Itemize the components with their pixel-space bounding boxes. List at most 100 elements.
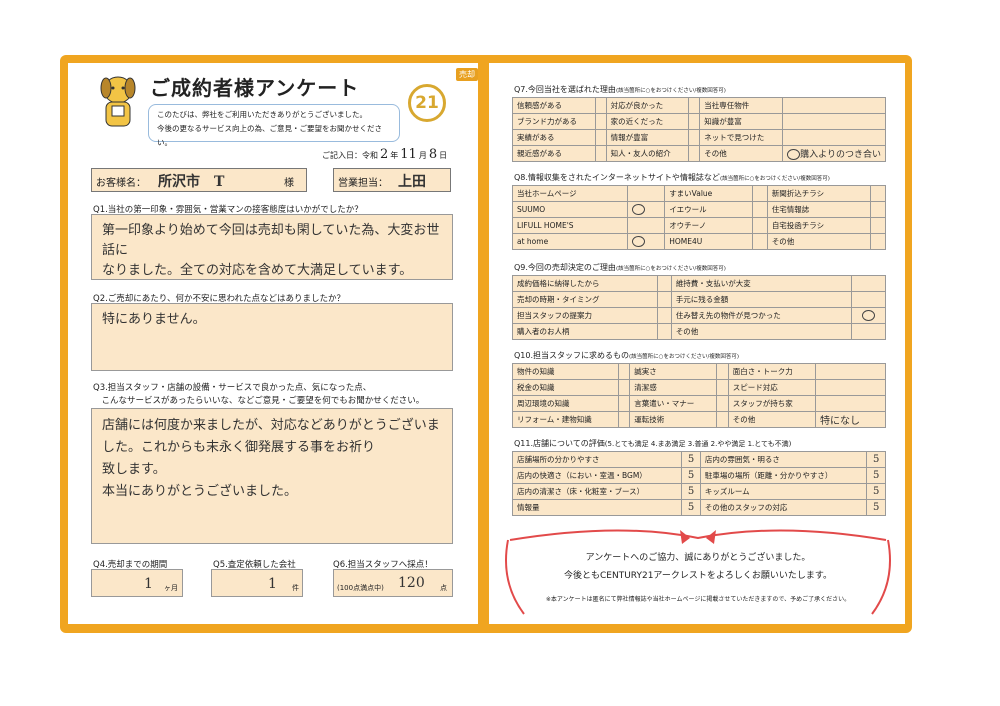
q6-sub: (100点満点中) [337,584,384,592]
customer-sama: 様 [284,178,294,189]
q11-cell: その他のスタッフの対応 [699,499,868,516]
q11-score: 5 [866,451,886,468]
date-label: ご記入日：令和 [322,151,378,160]
q9-cell: 担当スタッフの提案力 [512,307,658,324]
q10-cell: 言葉遣い・マナー [629,395,718,412]
q10-cell: 税金の知識 [512,379,619,396]
table-row: リフォーム・建物知識 運転技術 その他 特になし [512,411,886,428]
q8-cell: LIFULL HOME'S [511,217,629,234]
q10-question: Q10.担当スタッフに求めるもの(該当箇所に○をおつけください/複数回答可) [514,350,739,361]
q8-cell: 住宅情報誌 [766,201,871,218]
q10-question-text: Q10.担当スタッフに求めるもの [514,351,630,360]
q5-unit: 件 [292,584,299,592]
table-row: 親近感がある 知人・友人の紹介 その他 購入よりのつき合い [512,145,886,162]
q10-cell: スタッフが持ち家 [727,395,817,412]
q3-answer-line-3: 致します。 [102,462,166,477]
table-row: at home HOME4U その他 [511,233,887,250]
table-row: 物件の知識 誠実さ 面白さ・トーク力 [512,363,886,380]
table-row: ブランド力がある 家の近くだった 知識が豊富 [512,113,886,130]
q1-answer-box: 第一印象より始めて今回は売却も閑していた為、大変お世話に なりました。全ての対応… [91,214,453,280]
page-title: ご成約者様アンケート [150,76,360,100]
q7-cell: 実績がある [512,129,596,146]
q1-answer-line-2: なりました。全ての対応を含めて大満足しています。 [102,263,413,278]
date-year-unit: 年 [390,151,399,160]
table-row: SUUMO イエウール 住宅情報誌 [511,201,887,218]
table-row: 店内の清潔さ（床・化粧室・ブース） 5 キッズルーム 5 [511,483,886,500]
q9-cell: 維持費・支払いが大変 [670,275,853,292]
q7-note: (該当箇所に○をおつけください/複数回答可) [615,88,726,94]
q7-question-text: Q7.今回当社を選ばれた理由 [514,85,616,94]
century21-logo: 21 [408,84,446,122]
q7-table: 信頼感がある 対応が良かった 当社専任物件 ブランド力がある 家の近くだった 知識が豊富… [512,97,886,162]
q11-score: 5 [866,467,886,484]
table-row: LIFULL HOME'S オウチーノ 自宅投函チラシ [511,217,887,234]
q11-score: 5 [681,483,701,500]
q4-value: 1 [144,576,153,592]
q8-cell: 新聞折込チラシ [766,185,871,202]
q9-cell: 売却の時期・タイミング [512,291,658,308]
q10-cell: 運転技術 [629,411,718,428]
q9-cell: その他 [670,323,853,340]
check-circle-icon [787,149,801,161]
q11-cell: 情報量 [511,499,683,516]
thanks-line-1: アンケートへのご協力、誠にありがとうございました。 [585,553,811,563]
q8-cell: オウチーノ [664,217,753,234]
date-year: 2 [380,147,389,162]
q11-table: 店舗場所の分かりやすさ 5 店内の雰囲気・明るさ 5 店内の快適さ（におい・室温・BG… [511,451,886,516]
q11-score: 5 [866,499,886,516]
thanks-line-2: 今後ともCENTURY21アークレストをよろしくお願いいたします。 [564,571,832,581]
anonymity-note: ※本アンケートは匿名にて弊社情報誌や当社ホームページに掲載させていただきますので… [545,596,851,603]
date-day-unit: 日 [439,151,448,160]
q11-question-text: Q11.店舗についての評価 [514,439,605,448]
q10-cell: その他 [727,411,817,428]
q5-value: 1 [268,576,277,592]
table-row: 店舗場所の分かりやすさ 5 店内の雰囲気・明るさ 5 [511,451,886,468]
q11-cell: 店内の清潔さ（床・化粧室・ブース） [511,483,683,500]
q7-cell: 知人・友人の紹介 [605,145,690,162]
q8-cell: 当社ホームページ [511,185,629,202]
table-row: 売却の時期・タイミング 手元に残る金額 [512,291,886,308]
q2-answer: 特にありません。 [102,312,206,327]
check-circle-icon [632,236,646,247]
q10-other-answer: 特になし [815,411,886,428]
q9-question: Q9.今回の売却決定のご理由(該当箇所に○をおつけください/複数回答可) [514,262,726,273]
q5-answer-box: 1 件 [211,569,303,597]
check-circle-icon [862,310,875,321]
q1-answer-line-1: 第一印象より始めて今回は売却も閑していた為、大変お世話に [102,223,440,258]
table-row: 店内の快適さ（におい・室温・BGM） 5 駐車場の場所（距離・分かりやすさ） 5 [511,467,886,484]
q7-cell: 信頼感がある [512,97,596,114]
q3-question-line-2: こんなサービスがあったらいいな、などご意見・ご要望を何でもお聞かせください。 [93,396,425,406]
q11-cell: 店舗場所の分かりやすさ [511,451,683,468]
q8-cell: 自宅投函チラシ [766,217,871,234]
q9-question-text: Q9.今回の売却決定のご理由 [514,263,616,272]
q11-score: 5 [681,451,701,468]
q7-other-answer: 購入よりのつき合い [800,149,881,160]
q11-cell: キッズルーム [699,483,868,500]
q7-cell: 当社専任物件 [699,97,784,114]
q9-cell: 手元に残る金額 [670,291,853,308]
q8-cell: SUUMO [511,201,629,218]
q3-answer-line-4: 本当にありがとうございました。 [102,484,298,499]
q7-cell: 情報が豊富 [605,129,690,146]
greeting-line-1: このたびは、弊社をご利用いただきありがとうございました。 [157,110,367,119]
table-row: 購入者のお人柄 その他 [512,323,886,340]
q7-cell: 知識が豊富 [699,113,784,130]
check-circle-icon [632,204,646,215]
q2-answer-box: 特にありません。 [91,303,453,371]
q8-question-text: Q8.情報収集をされたインターネットサイトや情報誌など [514,173,720,182]
table-row: 周辺環境の知識 言葉遣い・マナー スタッフが持ち家 [512,395,886,412]
q10-cell: 周辺環境の知識 [512,395,619,412]
q10-cell: 面白さ・トーク力 [727,363,817,380]
q11-score: 5 [866,483,886,500]
dog-mascot-icon [100,76,136,127]
q9-cell: 住み替え先の物件が見つかった [670,307,853,324]
q6-answer-box: (100点満点中) 120 点 [333,569,453,597]
q8-cell: すまいValue [664,185,753,202]
q10-note: (該当箇所に○をおつけください/複数回答可) [629,354,739,360]
q8-table: 当社ホームページ すまいValue 新聞折込チラシ SUUMO イエウール 住宅情報誌 … [511,185,887,250]
q7-cell: ネットで見つけた [699,129,784,146]
q10-cell: スピード対応 [727,379,817,396]
table-row: 税金の知識 清潔感 スピード対応 [512,379,886,396]
q11-scale: (5.とても満足 4.まあ満足 3.普通 2.やや満足 1.とても不満) [604,440,792,448]
q7-question: Q7.今回当社を選ばれた理由(該当箇所に○をおつけください/複数回答可) [514,84,726,95]
